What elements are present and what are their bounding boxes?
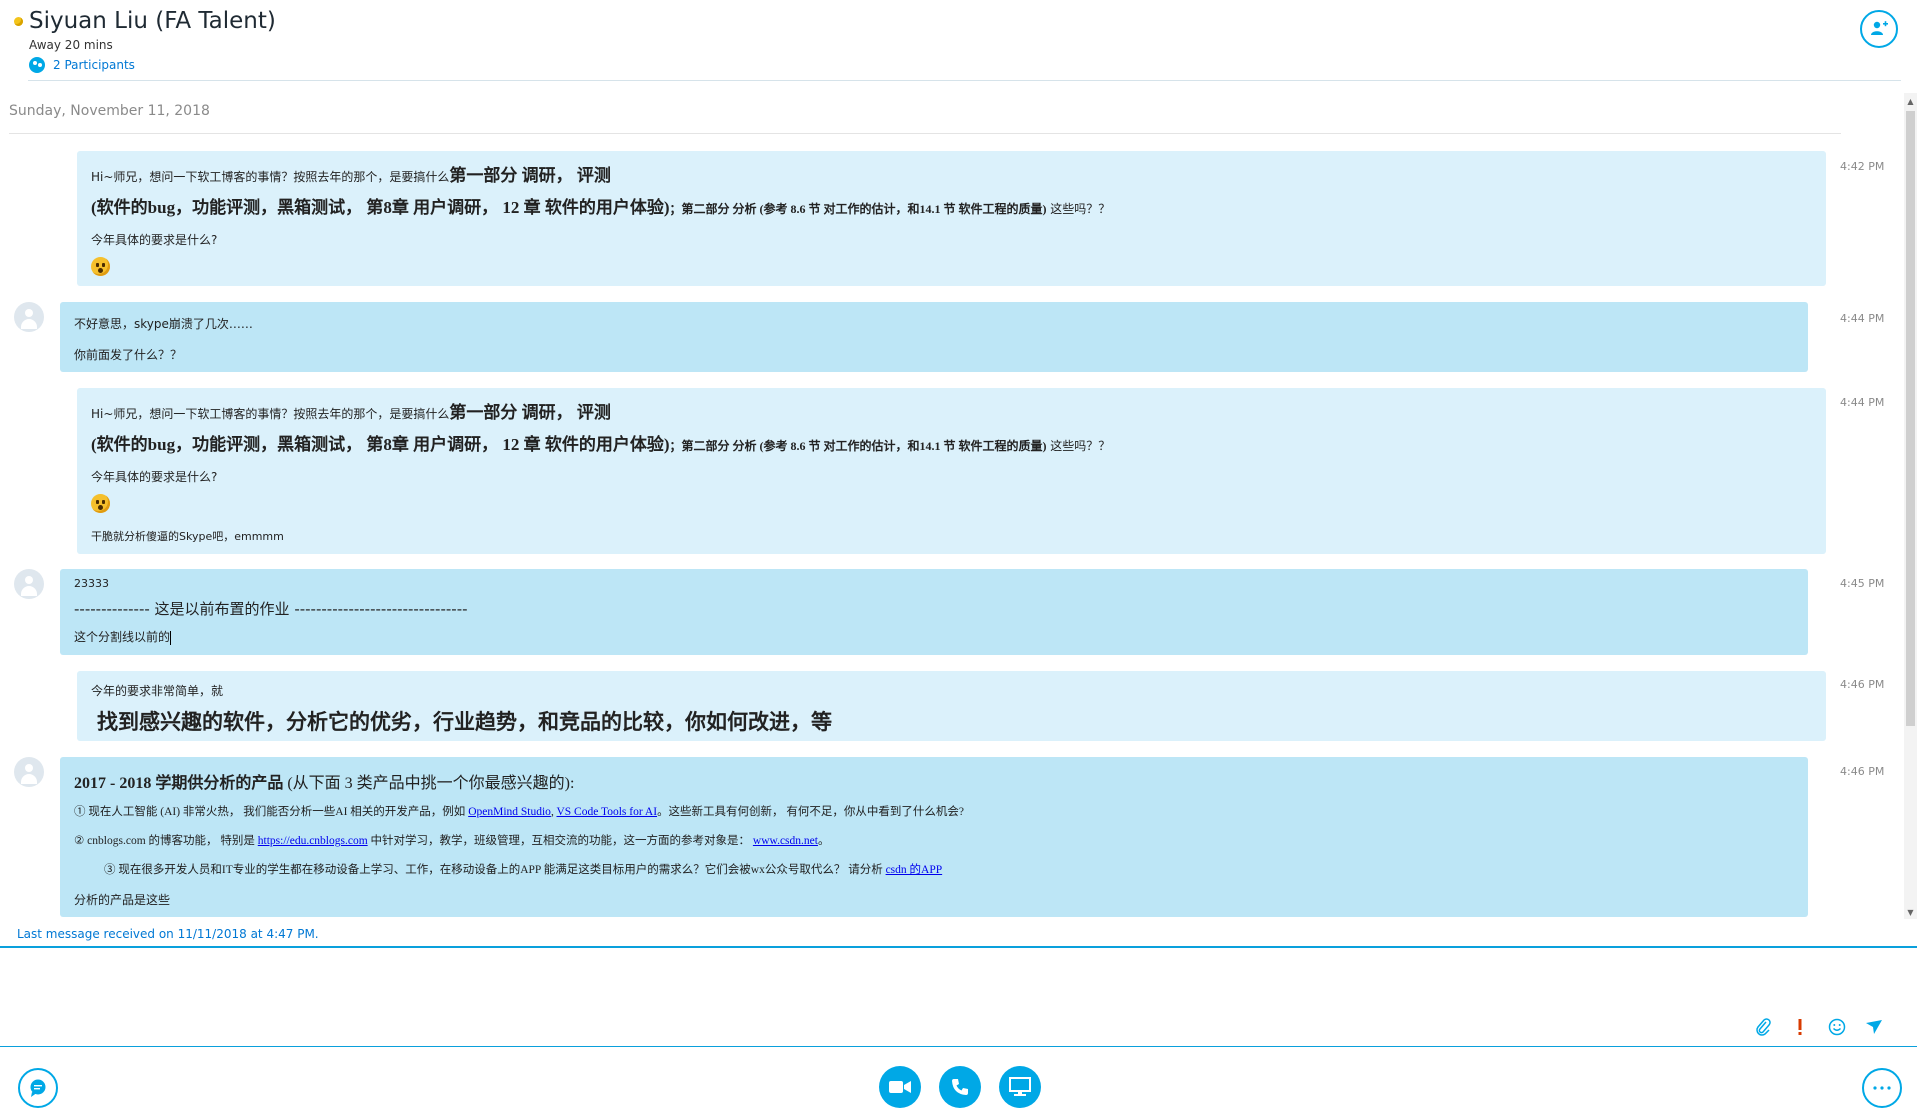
message-text: 中针对学习，教学，班级管理，互相交流的功能，这一方面的参考对象是： <box>367 835 753 847</box>
message-text-bold: 找到感兴趣的软件，分析它的优劣，行业趋势，和竞品的比较，你如何改进，等 <box>97 710 832 734</box>
message-line: Hi~师兄，想问一下软工博客的事情？按照去年的那个，是要搞什么第一部分 调研， … <box>91 161 611 186</box>
message-timestamp: 4:42 PM <box>1840 160 1885 173</box>
message-timestamp: 4:44 PM <box>1840 312 1885 325</box>
scroll-down-arrow-icon[interactable]: ▼ <box>1904 906 1917 918</box>
header-divider <box>28 80 1901 81</box>
message-text: 这个分割线以前的 <box>74 630 171 644</box>
send-button[interactable] <box>1862 1015 1886 1039</box>
share-screen-button[interactable] <box>999 1066 1041 1108</box>
message-text: 不好意思，skype崩溃了几次…… <box>74 317 253 331</box>
csdn-app-link[interactable]: csdn 的APP <box>886 864 943 876</box>
message-text: ② cnblogs.com 的博客功能， 特别是 <box>74 835 258 847</box>
list-item: ② cnblogs.com 的博客功能， 特别是 https://edu.cnb… <box>74 832 829 848</box>
list-item: ① 现在人工智能 (AI) 非常火热， 我们能否分析一些AI 相关的开发产品，例… <box>74 803 964 819</box>
paperclip-icon <box>1756 1018 1771 1036</box>
toolbar-divider <box>0 1046 1917 1047</box>
message-text: 你前面发了什么？？ <box>74 348 183 362</box>
message-line: 2017 - 2018 学期供分析的产品 (从下面 3 类产品中挑一个你最感兴趣… <box>74 769 574 793</box>
presence-status: Away 20 mins <box>29 38 113 52</box>
text-cursor <box>170 630 172 645</box>
message-input[interactable] <box>0 948 1917 1044</box>
phone-icon <box>952 1079 968 1095</box>
message-text: 干脆就分析傻逼的Skype吧，emmmm <box>91 530 284 543</box>
message-line: Hi~师兄，想问一下软工博客的事情？按照去年的那个，是要搞什么第一部分 调研， … <box>91 398 611 423</box>
mark-important-button[interactable] <box>1788 1015 1812 1039</box>
avatar[interactable] <box>14 302 44 332</box>
video-camera-icon <box>889 1081 911 1093</box>
message-text: -------------- 这是以前布置的作业 ---------------… <box>74 600 468 618</box>
message-text-bold: ；第二部分 分析 (参考 8.6 节 对工作的估计，和14.1 节 软件工程的质… <box>669 202 1047 216</box>
message-text: 这些吗？？ <box>1046 439 1111 453</box>
surprised-emoticon-icon <box>91 257 110 276</box>
message-text-bold: (软件的bug，功能评测，黑箱测试， 第8章 用户调研， 12 章 软件的用户体… <box>91 198 670 217</box>
attach-file-button[interactable] <box>1751 1015 1775 1039</box>
scroll-up-arrow-icon[interactable]: ▲ <box>1904 95 1917 107</box>
list-item: ③ 现在很多开发人员和IT专业的学生都在移动设备上学习、工作，在移动设备上的AP… <box>104 861 942 877</box>
message-text: 今年具体的要求是什么? <box>91 233 218 247</box>
date-divider <box>9 133 1841 134</box>
message-bubble[interactable]: Hi~师兄，想问一下软工博客的事情？按照去年的那个，是要搞什么第一部分 调研， … <box>77 388 1826 554</box>
message-bubble[interactable]: Hi~师兄，想问一下软工博客的事情？按照去年的那个，是要搞什么第一部分 调研， … <box>77 151 1826 286</box>
add-person-icon <box>1871 21 1888 35</box>
smiley-icon <box>1828 1018 1846 1036</box>
avatar[interactable] <box>14 757 44 787</box>
monitor-icon <box>1009 1077 1031 1096</box>
avatar[interactable] <box>14 569 44 599</box>
date-separator: Sunday, November 11, 2018 <box>9 103 210 119</box>
vs-code-tools-ai-link[interactable]: VS Code Tools for AI <box>556 806 657 818</box>
scrollbar-thumb[interactable] <box>1906 111 1915 726</box>
audio-call-button[interactable] <box>939 1066 981 1108</box>
last-message-status: Last message received on 11/11/2018 at 4… <box>17 927 319 941</box>
message-text: Hi~师兄，想问一下软工博客的事情？按照去年的那个，是要搞什么 <box>91 407 450 421</box>
message-text: 今年的要求非常简单，就 <box>91 684 224 698</box>
emoticon-button[interactable] <box>1825 1015 1849 1039</box>
message-text: ③ 现在很多开发人员和IT专业的学生都在移动设备上学习、工作，在移动设备上的AP… <box>104 864 886 876</box>
exclamation-icon <box>1798 1019 1802 1035</box>
chat-icon <box>30 1079 46 1097</box>
message-text: 分析的产品是这些 <box>74 893 171 907</box>
participants-icon <box>29 57 45 73</box>
openmind-studio-link[interactable]: OpenMind Studio <box>468 806 551 818</box>
message-bubble[interactable]: 2017 - 2018 学期供分析的产品 (从下面 3 类产品中挑一个你最感兴趣… <box>60 757 1808 917</box>
csdn-link[interactable]: www.csdn.net <box>753 835 818 847</box>
message-text-bold: 第一部分 调研， 评测 <box>449 403 611 422</box>
message-text: 这些吗？？ <box>1046 202 1111 216</box>
message-timestamp: 4:45 PM <box>1840 577 1885 590</box>
send-icon <box>1866 1020 1882 1034</box>
edu-cnblogs-link[interactable]: https://edu.cnblogs.com <box>258 835 368 847</box>
message-text-bold: ；第二部分 分析 (参考 8.6 节 对工作的估计，和14.1 节 软件工程的质… <box>669 439 1047 453</box>
message-text-bold: (软件的bug，功能评测，黑箱测试， 第8章 用户调研， 12 章 软件的用户体… <box>91 435 670 454</box>
message-bubble[interactable]: 不好意思，skype崩溃了几次…… 你前面发了什么？？ <box>60 302 1808 372</box>
message-text-bold: 2017 - 2018 学期供分析的产品 <box>74 775 284 792</box>
message-timestamp: 4:44 PM <box>1840 396 1885 409</box>
message-text: 今年具体的要求是什么? <box>91 470 218 484</box>
message-line: (软件的bug，功能评测，黑箱测试， 第8章 用户调研， 12 章 软件的用户体… <box>91 430 1110 455</box>
presence-away-indicator <box>14 17 23 26</box>
message-line: 这个分割线以前的 <box>74 628 172 645</box>
message-timestamp: 4:46 PM <box>1840 765 1885 778</box>
message-text: 23333 <box>74 577 109 590</box>
message-text: Hi~师兄，想问一下软工博客的事情？按照去年的那个，是要搞什么 <box>91 170 450 184</box>
participants-button[interactable]: 2 Participants <box>29 56 135 74</box>
message-bubble[interactable]: 今年的要求非常简单，就 找到感兴趣的软件，分析它的优劣，行业趋势，和竞品的比较，… <box>77 671 1826 741</box>
message-text-bold: 第一部分 调研， 评测 <box>449 166 611 185</box>
participants-label: 2 Participants <box>53 58 135 72</box>
message-text: 。这些新工具有何创新， 有何不足，你从中看到了什么机会? <box>657 806 965 818</box>
message-timestamp: 4:46 PM <box>1840 678 1885 691</box>
more-icon <box>1873 1086 1891 1090</box>
message-bubble[interactable]: 23333 -------------- 这是以前布置的作业 ---------… <box>60 569 1808 655</box>
message-text: (从下面 3 类产品中挑一个你最感兴趣的): <box>283 775 575 792</box>
surprised-emoticon-icon <box>91 494 110 513</box>
message-line: (软件的bug，功能评测，黑箱测试， 第8章 用户调研， 12 章 软件的用户体… <box>91 193 1110 218</box>
chat-button[interactable] <box>18 1068 58 1108</box>
message-text: 。 <box>817 835 830 847</box>
more-options-button[interactable] <box>1862 1068 1902 1108</box>
video-call-button[interactable] <box>879 1066 921 1108</box>
contact-name[interactable]: Siyuan Liu (FA Talent) <box>29 8 276 34</box>
add-person-button[interactable] <box>1860 10 1898 48</box>
message-text: ① 现在人工智能 (AI) 非常火热， 我们能否分析一些AI 相关的开发产品，例… <box>74 806 469 818</box>
